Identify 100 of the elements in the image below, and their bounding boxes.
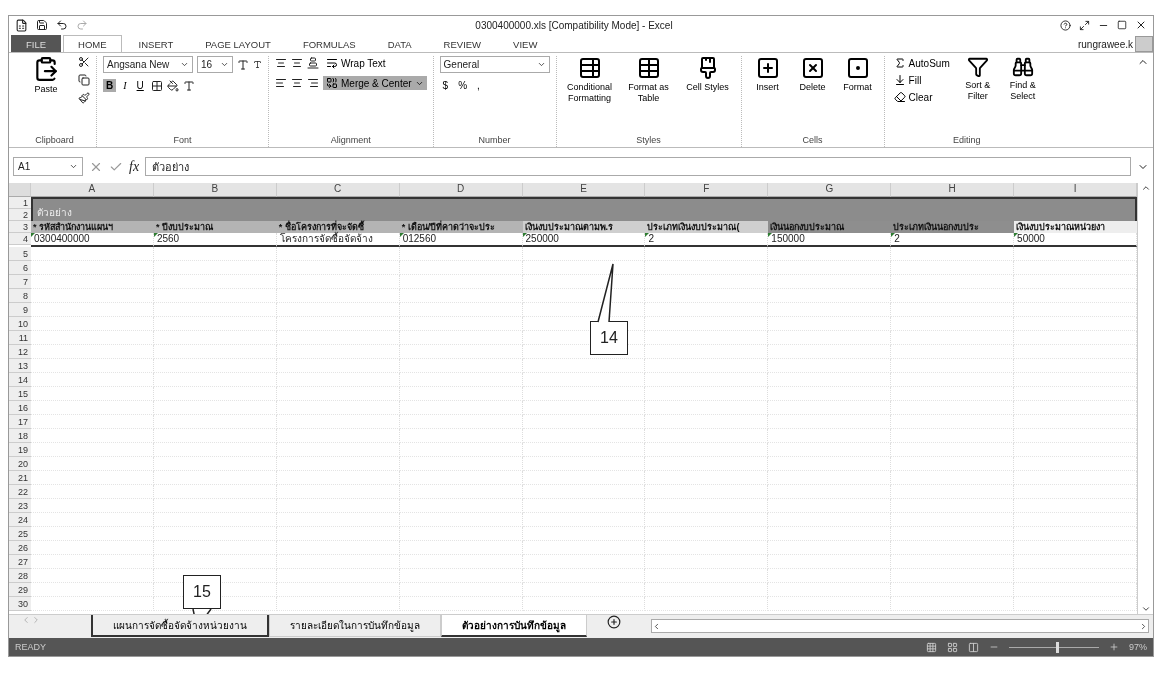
find-select-button[interactable]: Find & Select [1002, 56, 1043, 102]
sheet-tab[interactable]: รายละเอียดในการบันทึกข้อมูล [269, 615, 441, 637]
row-number[interactable]: 15 [9, 387, 31, 401]
row-number[interactable]: 4 [9, 233, 31, 245]
name-box[interactable]: A1 [13, 157, 83, 176]
row-number[interactable]: 23 [9, 499, 31, 513]
insert-function-button[interactable]: fx [129, 158, 140, 175]
row-number[interactable]: 12 [9, 345, 31, 359]
row-number[interactable]: 29 [9, 583, 31, 597]
help-icon[interactable] [1060, 19, 1071, 31]
grow-font-icon[interactable] [237, 58, 249, 71]
align-middle-icon[interactable] [291, 57, 303, 69]
scroll-up-icon[interactable] [1140, 183, 1151, 193]
number-format-field[interactable]: General [439, 56, 550, 73]
ribbon-tab[interactable]: FILE [11, 35, 62, 52]
column-header[interactable]: B [153, 183, 277, 197]
row-number[interactable]: 1 [9, 197, 31, 209]
row-number[interactable]: 24 [9, 513, 31, 527]
percent-button[interactable]: % [455, 79, 471, 92]
formula-field[interactable]: ตัวอย่าง [145, 157, 1131, 176]
cells-button[interactable]: Format [837, 56, 878, 93]
sheet-tab[interactable]: แผนการจัดซื้อจัดจ้างหน่วยงาน [91, 615, 269, 637]
redo-icon[interactable] [76, 19, 88, 31]
row-number[interactable]: 30 [9, 597, 31, 611]
row-number[interactable]: 18 [9, 429, 31, 443]
font-color-icon[interactable] [182, 79, 195, 92]
currency-button[interactable]: $ [439, 79, 452, 92]
undo-icon[interactable] [56, 19, 68, 31]
row-number[interactable]: 14 [9, 373, 31, 387]
row-number[interactable]: 11 [9, 331, 31, 345]
save-icon[interactable] [36, 19, 48, 31]
column-header[interactable]: I [1014, 183, 1137, 197]
styles-button[interactable]: Cell Styles [680, 56, 735, 93]
column-header[interactable]: A [31, 183, 154, 197]
bold-button[interactable]: B [103, 79, 117, 92]
new-sheet-icon[interactable] [607, 615, 621, 629]
user-name[interactable]: rungrawee.k [1077, 39, 1133, 52]
horizontal-scrollbar[interactable] [651, 619, 1149, 633]
normal-view-icon[interactable] [926, 641, 937, 653]
fill-button[interactable]: Fill [890, 73, 953, 87]
center-icon[interactable] [291, 77, 303, 89]
row-number[interactable]: 5 [9, 247, 31, 261]
row-number[interactable]: 22 [9, 485, 31, 499]
cut-icon[interactable] [78, 56, 90, 68]
row-number[interactable]: 17 [9, 415, 31, 429]
tab-scroll-right-icon[interactable] [31, 615, 41, 625]
ribbon-tab[interactable]: HOME [63, 35, 122, 52]
row-number[interactable]: 21 [9, 471, 31, 485]
copy-icon[interactable] [78, 74, 90, 86]
fill-color-icon[interactable] [166, 79, 179, 92]
row-number[interactable]: 7 [9, 275, 31, 289]
zoom-in-icon[interactable] [1109, 642, 1119, 652]
row-number[interactable]: 27 [9, 555, 31, 569]
align-left-icon[interactable] [275, 77, 287, 89]
row-number[interactable]: 20 [9, 457, 31, 471]
row-number[interactable]: 26 [9, 541, 31, 555]
row-number[interactable]: 9 [9, 303, 31, 317]
borders-icon[interactable] [150, 79, 163, 92]
column-header[interactable]: C [276, 183, 400, 197]
italic-button[interactable]: I [120, 79, 130, 92]
row-number[interactable]: 28 [9, 569, 31, 583]
restore-icon[interactable] [1117, 20, 1127, 30]
column-header[interactable]: G [768, 183, 892, 197]
merge-center-button[interactable]: Merge & Center [323, 76, 427, 90]
row-number[interactable]: 13 [9, 359, 31, 373]
row-number[interactable]: 10 [9, 317, 31, 331]
align-right-icon[interactable] [307, 77, 319, 89]
font-name-field[interactable]: Angsana New [103, 56, 193, 73]
cells-button[interactable]: Delete [792, 56, 833, 93]
column-header[interactable]: H [891, 183, 1015, 197]
ribbon-display-icon[interactable] [1079, 19, 1090, 31]
column-header[interactable]: D [399, 183, 523, 197]
sheet-tab[interactable]: ตัวอย่างการบันทึกข้อมูล [441, 615, 587, 637]
shrink-font-icon[interactable] [253, 60, 262, 69]
row-number[interactable]: 6 [9, 261, 31, 275]
clear-button[interactable]: Clear [890, 90, 953, 104]
column-header[interactable]: E [522, 183, 646, 197]
select-all-corner[interactable] [9, 183, 31, 197]
comma-button[interactable]: , [474, 79, 483, 92]
row-number[interactable]: 16 [9, 401, 31, 415]
underline-button[interactable]: U [133, 79, 147, 92]
page-break-icon[interactable] [968, 641, 979, 653]
align-top-icon[interactable] [275, 57, 287, 69]
autosum-button[interactable]: AutoSum [890, 56, 953, 70]
row-number[interactable]: 25 [9, 527, 31, 541]
styles-button[interactable]: Format as Table [621, 56, 676, 104]
row-number[interactable]: 19 [9, 443, 31, 457]
column-header[interactable]: F [645, 183, 769, 197]
zoom-thumb[interactable] [1056, 641, 1060, 653]
font-size-field[interactable]: 16 [197, 56, 233, 73]
scroll-down-icon[interactable] [1140, 604, 1151, 614]
wrap-text-button[interactable]: Wrap Text [323, 56, 389, 70]
close-icon[interactable] [1135, 19, 1147, 31]
row-number[interactable]: 2 [9, 209, 31, 221]
cells-button[interactable]: Insert [747, 56, 788, 93]
styles-button[interactable]: Conditional Formatting [562, 56, 617, 104]
format-painter-icon[interactable] [78, 92, 90, 104]
align-bottom-icon[interactable] [307, 57, 319, 69]
page-layout-icon[interactable] [947, 641, 958, 653]
tab-scroll-left-icon[interactable] [21, 615, 31, 625]
